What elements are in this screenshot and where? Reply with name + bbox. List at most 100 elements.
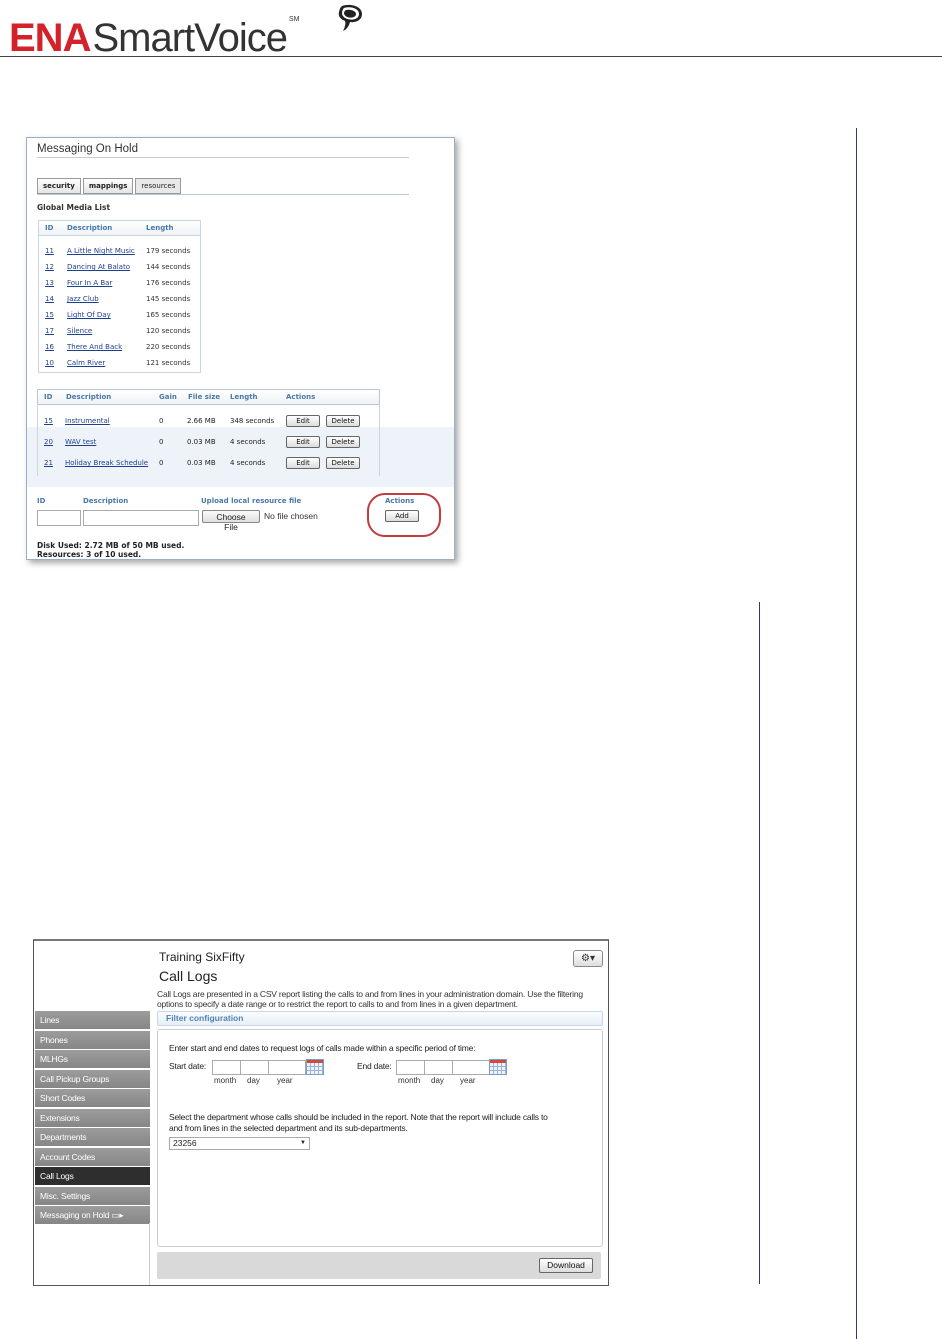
gml-header-row: ID Description Length (39, 221, 200, 236)
middle-margin-line (759, 602, 760, 1284)
start-day-caption: day (247, 1076, 260, 1085)
disk-used-text: Disk Used: 2.72 MB of 50 MB used. (37, 541, 185, 550)
gml-description-link[interactable]: Silence (67, 327, 92, 335)
moh-page-title: Messaging On Hold (37, 143, 138, 155)
start-day-input[interactable] (240, 1060, 270, 1075)
resource-row: 21 Holiday Break Schedule 0 0.03 MB 4 se… (37, 456, 378, 472)
gml-length: 176 seconds (146, 279, 191, 287)
end-date-label: End date: (357, 1061, 392, 1071)
start-calendar-icon[interactable] (306, 1059, 324, 1075)
choose-file-button[interactable]: Choose File (202, 510, 260, 532)
delete-button[interactable]: Delete (326, 415, 360, 427)
moh-tab-bar: security mappings resources (37, 178, 182, 194)
form-upload-label: Upload local resource file (201, 497, 302, 505)
sidebar-item-departments[interactable]: Departments (35, 1128, 150, 1146)
tab-resources[interactable]: resources (135, 178, 182, 194)
department-selected-value: 23256 (173, 1138, 197, 1148)
gml-header-id: ID (45, 224, 54, 232)
edit-button[interactable]: Edit (286, 436, 320, 448)
resource-row: 20 WAV test 0 0.03 MB 4 seconds Edit Del… (37, 435, 378, 451)
edit-button[interactable]: Edit (286, 457, 320, 469)
global-media-list-label: Global Media List (37, 203, 111, 212)
sidebar-item-misc-settings[interactable]: Misc. Settings (35, 1186, 150, 1205)
start-month-input[interactable] (212, 1060, 242, 1075)
start-year-input[interactable] (268, 1060, 306, 1075)
download-button[interactable]: Download (539, 1258, 593, 1273)
dropdown-arrow-icon: ▼ (300, 1140, 306, 1146)
speech-bubble-icon (338, 4, 362, 31)
delete-button[interactable]: Delete (326, 436, 360, 448)
start-year-caption: year (277, 1076, 293, 1085)
resource-id-input[interactable] (37, 510, 81, 526)
add-button[interactable]: Add (385, 510, 419, 522)
filter-configuration-bar[interactable]: Filter configuration (157, 1011, 603, 1026)
gml-id-link[interactable]: 13 (45, 279, 54, 287)
gml-id-link[interactable]: 16 (45, 343, 54, 351)
resource-description-input[interactable] (83, 510, 199, 526)
sidebar-item-short-codes[interactable]: Short Codes (35, 1089, 150, 1107)
logo-smartvoice-text: SmartVoice (92, 16, 288, 60)
right-margin-line (856, 128, 857, 1339)
resources-header-row: ID Description Gain File size Length Act… (37, 389, 380, 405)
gml-description-link[interactable]: Dancing At Balato (67, 263, 130, 271)
resource-length: 348 seconds (230, 417, 275, 425)
gml-header-description: Description (67, 224, 113, 232)
logo-ena-text: ENA (9, 16, 91, 60)
gml-id-link[interactable]: 14 (45, 295, 54, 303)
moh-title-divider (37, 157, 409, 158)
gml-id-link[interactable]: 15 (45, 311, 54, 319)
gml-description-link[interactable]: A Little Night Music (67, 247, 135, 255)
tab-mappings[interactable]: mappings (82, 178, 134, 194)
footer-action-bar: Download (157, 1252, 601, 1279)
resource-file-size: 0.03 MB (187, 459, 216, 467)
page-title: Call Logs (159, 968, 218, 984)
delete-button[interactable]: Delete (326, 457, 360, 469)
sidebar-item-phones[interactable]: Phones (35, 1030, 150, 1049)
end-day-caption: day (431, 1076, 444, 1085)
gml-description-link[interactable]: Light Of Day (67, 311, 111, 319)
sidebar-item-lines[interactable]: Lines (35, 1011, 150, 1029)
gml-id-link[interactable]: 17 (45, 327, 54, 335)
end-month-input[interactable] (396, 1060, 426, 1075)
res-header-description: Description (66, 393, 112, 401)
gml-length: 120 seconds (146, 327, 191, 335)
resource-gain: 0 (159, 438, 164, 446)
start-date-label: Start date: (169, 1061, 207, 1071)
sidebar-item-mlhgs[interactable]: MLHGs (35, 1050, 150, 1068)
res-header-length: Length (230, 393, 258, 401)
resource-description-link[interactable]: WAV test (65, 438, 96, 446)
tab-security[interactable]: security (37, 178, 81, 194)
end-month-caption: month (398, 1076, 421, 1085)
end-calendar-icon[interactable] (489, 1059, 507, 1075)
sidebar-item-extensions[interactable]: Extensions (35, 1108, 150, 1127)
end-year-input[interactable] (452, 1060, 490, 1075)
gml-length: 220 seconds (146, 343, 191, 351)
gml-description-link[interactable]: Four In A Bar (67, 279, 112, 287)
messaging-on-hold-screenshot: Messaging On Hold security mappings reso… (26, 137, 455, 560)
resource-description-link[interactable]: Holiday Break Schedule (65, 459, 148, 467)
department-select[interactable]: 23256 ▼ (169, 1137, 310, 1150)
sidebar-nav: Lines Phones MLHGs Call Pickup Groups Sh… (35, 1011, 150, 1226)
gml-id-link[interactable]: 12 (45, 263, 54, 271)
gml-description-link[interactable]: Calm River (67, 359, 105, 367)
edit-button[interactable]: Edit (286, 415, 320, 427)
res-header-actions: Actions (286, 393, 316, 401)
sidebar-item-messaging-on-hold[interactable]: Messaging on Hold ▭▸ (35, 1206, 150, 1224)
gml-description-link[interactable]: Jazz Club (67, 295, 99, 303)
end-day-input[interactable] (424, 1060, 454, 1075)
gml-description-link[interactable]: There And Back (67, 343, 122, 351)
sidebar-item-call-pickup-groups[interactable]: Call Pickup Groups (35, 1069, 150, 1088)
form-description-label: Description (83, 497, 129, 505)
sidebar-item-account-codes[interactable]: Account Codes (35, 1147, 150, 1166)
gml-length: 145 seconds (146, 295, 191, 303)
gml-id-link[interactable]: 10 (45, 359, 54, 367)
resource-id-link[interactable]: 21 (44, 459, 53, 467)
resource-id-link[interactable]: 15 (44, 417, 53, 425)
gear-menu-button[interactable]: ⚙▾ (573, 950, 603, 967)
sidebar-item-call-logs[interactable]: Call Logs (35, 1167, 150, 1185)
gml-id-link[interactable]: 11 (45, 247, 54, 255)
res-header-file-size: File size (188, 393, 221, 401)
resource-description-link[interactable]: Instrumental (65, 417, 110, 425)
no-file-chosen-text: No file chosen (264, 511, 318, 521)
resource-id-link[interactable]: 20 (44, 438, 53, 446)
